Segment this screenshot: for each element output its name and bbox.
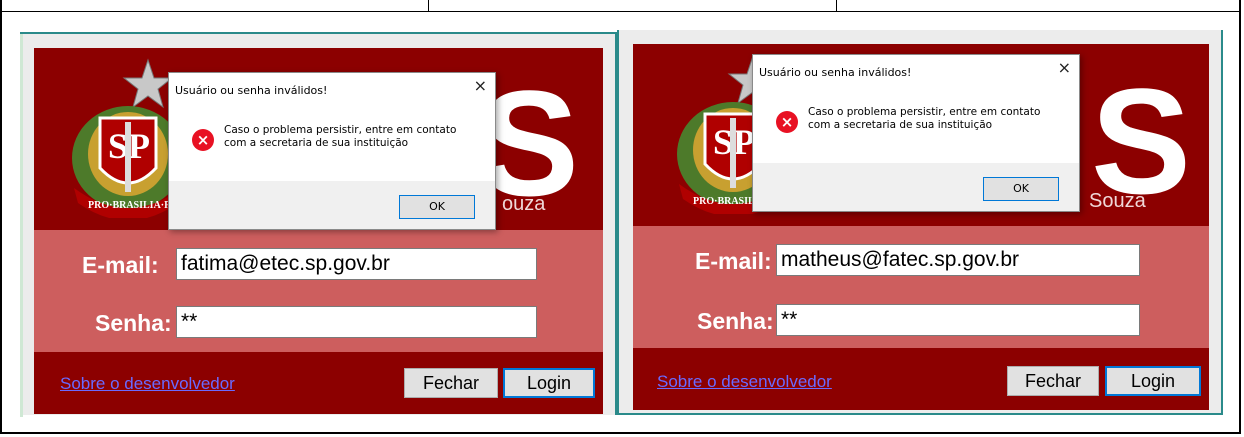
brand-tagline: Souza	[1089, 190, 1146, 212]
close-icon[interactable]: ×	[1058, 58, 1071, 77]
password-field[interactable]: **	[776, 304, 1140, 336]
dialog-message-line: com a secretaria de sua instituição	[224, 137, 409, 149]
about-developer-link[interactable]: Sobre o desenvolvedor	[657, 372, 832, 392]
error-dialog: Usuário ou senha inválidos! × × Caso o p…	[168, 72, 496, 230]
password-field[interactable]: **	[176, 306, 537, 338]
email-label: E-mail:	[82, 252, 159, 278]
dialog-message: Caso o problema persistir, entre em cont…	[808, 106, 1068, 132]
email-field[interactable]: fatima@etec.sp.gov.br	[176, 248, 537, 280]
dialog-title: Usuário ou senha inválidos!	[175, 84, 328, 97]
error-icon: ×	[776, 111, 798, 133]
password-label: Senha:	[95, 310, 172, 336]
close-button[interactable]: Fechar	[1007, 366, 1099, 396]
ok-button[interactable]: OK	[399, 195, 475, 219]
dialog-message-line: Caso o problema persistir, entre em cont…	[224, 124, 457, 136]
login-window-left: SP PRO·BRASILIA·FIAT S ouza E-mail: fati…	[20, 32, 617, 417]
close-button[interactable]: Fechar	[404, 368, 498, 398]
table-column-divider	[428, 0, 429, 12]
dialog-message: Caso o problema persistir, entre em cont…	[224, 124, 484, 150]
login-button[interactable]: Login	[503, 368, 595, 398]
dialog-title: Usuário ou senha inválidos!	[759, 66, 912, 79]
window-edge	[20, 34, 23, 417]
close-icon[interactable]: ×	[474, 76, 487, 95]
table-column-divider	[836, 0, 837, 12]
error-icon: ×	[192, 129, 214, 151]
about-developer-link[interactable]: Sobre o desenvolvedor	[60, 374, 235, 394]
email-field[interactable]: matheus@fatec.sp.gov.br	[776, 244, 1140, 276]
password-label: Senha:	[697, 308, 774, 334]
table-top-border	[0, 0, 1241, 12]
error-dialog: Usuário ou senha inválidos! × × Caso o p…	[752, 54, 1080, 212]
login-window-right: SP PRO·BRASILIA·FIAT S Souza E-mail: mat…	[617, 30, 1223, 415]
dialog-message-line: Caso o problema persistir, entre em cont…	[808, 106, 1041, 118]
email-label: E-mail:	[695, 248, 772, 274]
ok-button[interactable]: OK	[983, 177, 1059, 201]
dialog-message-line: com a secretaria de sua instituição	[808, 119, 993, 131]
login-button[interactable]: Login	[1105, 366, 1201, 396]
brand-tagline: ouza	[502, 193, 546, 215]
